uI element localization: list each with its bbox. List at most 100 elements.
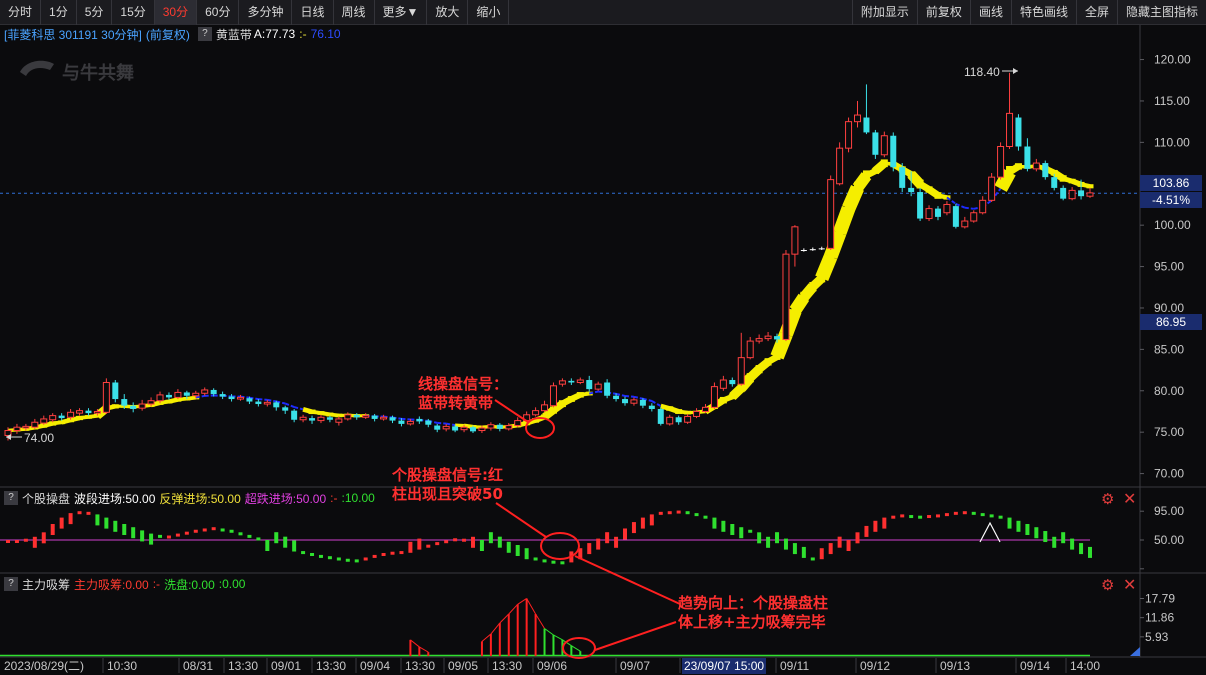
time-label-10: 09/06 — [537, 659, 567, 673]
candle-body-25 — [228, 396, 235, 400]
circle-osc-breakout — [540, 532, 580, 560]
osc-bar-101 — [909, 515, 914, 519]
osc-value: :10.00 — [341, 491, 375, 505]
osc-bar-62 — [560, 561, 565, 565]
level-tag: 86.95 — [1140, 314, 1202, 330]
osc-bar-43 — [390, 551, 395, 555]
candle-body-41 — [371, 415, 378, 419]
vol-help-icon[interactable]: ? — [4, 577, 18, 591]
candle-body-101 — [908, 187, 915, 193]
osc-bar-46 — [417, 538, 422, 550]
candle-body-93 — [836, 147, 844, 185]
vol-connector-4 — [490, 622, 501, 635]
osc-bar-85 — [766, 536, 771, 548]
vol-settings-icon[interactable]: ⚙ — [1101, 576, 1114, 594]
osc-bar-114 — [1025, 524, 1030, 535]
candle-body-99 — [890, 135, 897, 168]
candle-body-68 — [613, 395, 620, 400]
osc-bar-23 — [211, 527, 216, 531]
osc-bar-13 — [122, 524, 127, 535]
watermark-text: 与牛共舞 — [62, 62, 134, 84]
candle-body-5 — [49, 415, 57, 421]
candle-body-49 — [442, 425, 450, 430]
osc-bar-86 — [775, 532, 780, 544]
candle-body-108 — [970, 212, 978, 222]
candle-body-18 — [165, 394, 172, 398]
osc-bar-112 — [1007, 517, 1012, 529]
band-seg-70 — [624, 394, 635, 398]
candle-body-61 — [549, 385, 557, 407]
osc-close-icon[interactable]: ✕ — [1123, 489, 1136, 509]
time-label-1: 10:30 — [107, 659, 137, 673]
time-label-7: 13:30 — [405, 659, 435, 673]
osc-bar-71 — [640, 517, 645, 529]
candle-body-3 — [31, 421, 39, 428]
osc-bar-1 — [14, 540, 19, 543]
osc-bar-58 — [524, 548, 529, 560]
vol-connector-8 — [526, 598, 537, 615]
band-seg-49 — [437, 421, 447, 425]
vol-connector-6 — [508, 603, 519, 615]
band-seg-71 — [633, 395, 644, 400]
candle-body-90 — [809, 249, 816, 251]
candle-body-65 — [586, 380, 593, 390]
osc-bar-37 — [336, 557, 341, 561]
time-label-9: 13:30 — [492, 659, 522, 673]
vol-close-icon[interactable]: ✕ — [1123, 575, 1136, 595]
osc-bar-65 — [587, 543, 592, 555]
candle-body-86 — [774, 336, 781, 340]
candle-body-113 — [1015, 117, 1022, 147]
vol-connector-11 — [553, 634, 563, 641]
osc-bar-18 — [166, 535, 171, 539]
band-seg-69 — [615, 392, 626, 397]
osc-bar-118 — [1061, 532, 1066, 544]
osc-bar-61 — [551, 560, 556, 564]
candle-body-111 — [997, 146, 1005, 178]
candle-body-60 — [541, 404, 549, 412]
candle-body-38 — [344, 414, 352, 420]
main-tick-label-6: 90.00 — [1154, 301, 1184, 315]
vol-wash: 洗盘:0.00 — [164, 577, 215, 592]
osc-bar-81 — [730, 524, 735, 535]
candle-body-107 — [961, 220, 969, 228]
osc-bar-80 — [721, 520, 726, 532]
osc-bar-93 — [837, 536, 842, 548]
osc-help-icon[interactable]: ? — [4, 491, 18, 505]
osc-bar-74 — [667, 511, 672, 515]
vol-connector-0 — [410, 639, 420, 648]
candle-body-102 — [917, 192, 924, 219]
vol-value: :0.00 — [218, 577, 246, 591]
main-tick-label-2: 110.00 — [1154, 135, 1190, 149]
candle-body-42 — [380, 416, 388, 420]
time-label-6: 09/04 — [360, 659, 390, 673]
vol-connector-1 — [419, 646, 429, 653]
osc-tick-label-0: 95.00 — [1154, 504, 1184, 518]
osc-triangle-marker — [979, 521, 1001, 543]
candle-body-100 — [899, 167, 906, 188]
osc-bar-48 — [435, 542, 440, 546]
candle-body-89 — [800, 250, 807, 252]
band-seg-45 — [401, 417, 411, 421]
candle-body-59 — [532, 410, 540, 416]
osc-bar-55 — [497, 536, 502, 548]
osc-bar-59 — [533, 557, 538, 561]
osc-bar-0 — [6, 540, 10, 543]
panel-frames — [0, 25, 1206, 658]
vol-connector-5 — [499, 613, 510, 624]
osc-bar-103 — [927, 515, 932, 519]
osc-bar-115 — [1034, 527, 1039, 539]
candle-body-106 — [952, 206, 959, 227]
candle-body-28 — [255, 401, 262, 405]
osc-tick-label-1: 50.00 — [1154, 533, 1184, 547]
annotation-line-signal-2: 蓝带转黄带 — [418, 394, 494, 412]
candle-body-103 — [925, 208, 933, 220]
main-y-axis: 120.00115.00110.00105.00100.0095.0090.00… — [1140, 53, 1191, 481]
candle-body-67 — [604, 382, 611, 396]
vol-connector-9 — [535, 613, 545, 629]
vol-header: ? 主力吸筹 主力吸筹:0.00 :- 洗盘:0.00 :0.00 — [0, 575, 1140, 593]
candle-body-109 — [979, 199, 987, 214]
osc-bar-57 — [515, 545, 520, 556]
osc-bar-77 — [694, 513, 699, 517]
annotation-osc-signal: 个股操盘信号:红 柱出现且突破50 — [392, 466, 503, 504]
osc-settings-icon[interactable]: ⚙ — [1101, 490, 1114, 508]
